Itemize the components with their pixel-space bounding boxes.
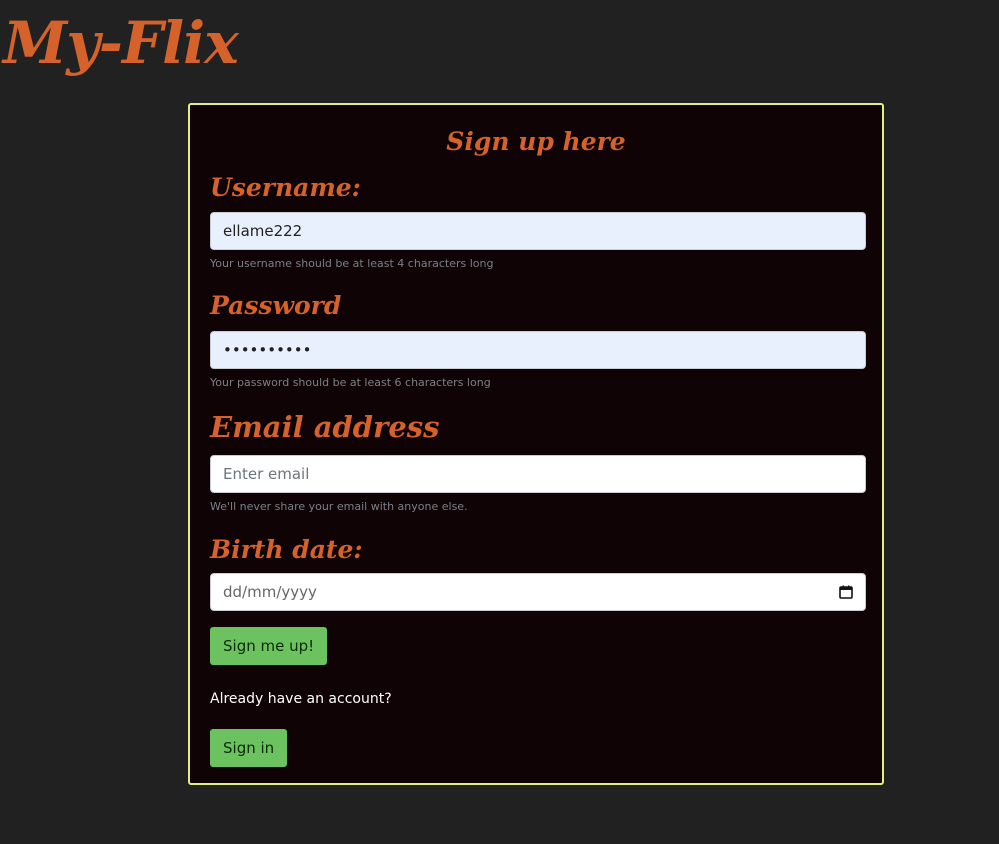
email-help: We'll never share your email with anyone… (210, 500, 468, 513)
password-input[interactable] (210, 331, 866, 369)
calendar-icon[interactable] (839, 585, 853, 599)
birthdate-placeholder: dd/mm/yyyy (223, 583, 317, 601)
form-heading: Sign up here (446, 127, 626, 156)
already-account-text: Already have an account? (210, 691, 392, 707)
birthdate-label: Birth date: (210, 535, 363, 564)
signup-button[interactable]: Sign me up! (210, 627, 328, 665)
email-label: Email address (210, 410, 440, 444)
username-label: Username: (210, 173, 361, 202)
brand-logo: My-Flix (3, 9, 239, 77)
username-help: Your username should be at least 4 chara… (210, 257, 494, 270)
username-input[interactable] (210, 212, 866, 250)
password-label: Password (210, 291, 342, 320)
signup-form: Sign up here Username: Your username sho… (188, 103, 884, 785)
birthdate-input[interactable]: dd/mm/yyyy (210, 573, 866, 611)
email-input[interactable] (210, 455, 866, 493)
password-help: Your password should be at least 6 chara… (210, 376, 491, 389)
signin-button[interactable]: Sign in (210, 729, 288, 767)
